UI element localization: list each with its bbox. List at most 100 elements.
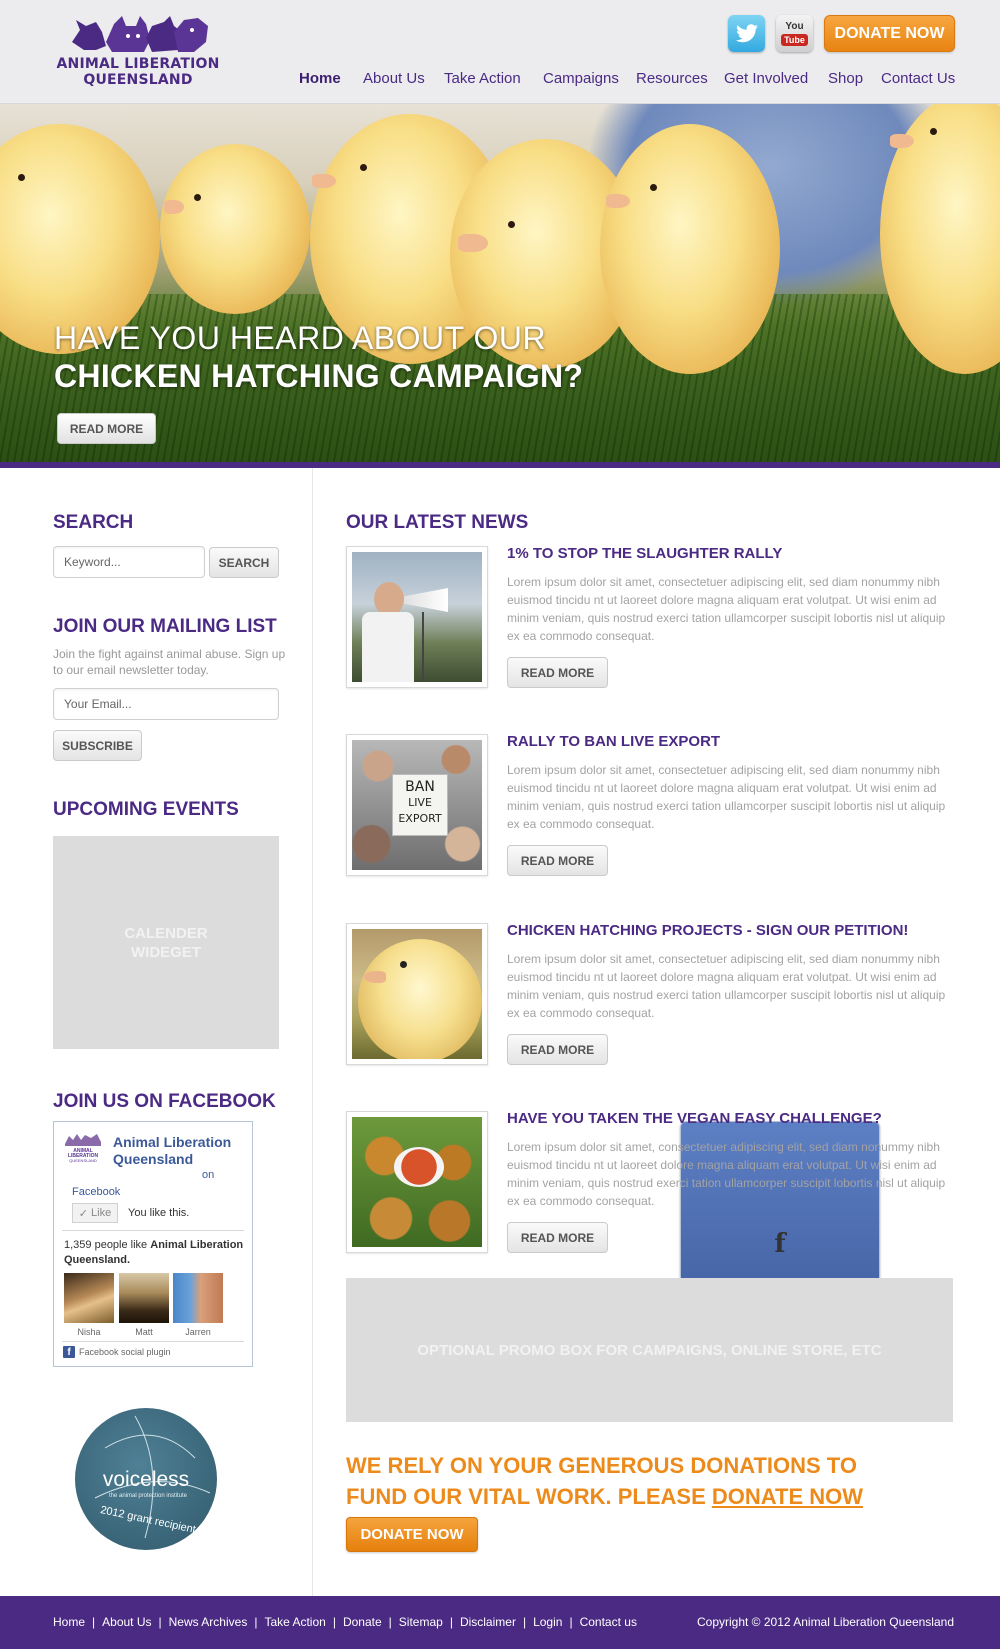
search-heading: SEARCH <box>53 512 134 533</box>
twitter-icon[interactable] <box>728 15 765 52</box>
news-excerpt: Lorem ipsum dolor sit amet, consectetuer… <box>507 763 946 831</box>
news-read-more-button[interactable]: READ MORE <box>507 1222 608 1253</box>
nav-campaigns[interactable]: Campaigns <box>543 70 619 90</box>
animal-silhouettes-icon <box>72 16 208 52</box>
facebook-like-count: 1,359 people like Animal Liberation Quee… <box>64 1238 244 1268</box>
facebook-like-box: ANIMAL LIBERATION QUEENSLAND Animal Libe… <box>53 1121 253 1367</box>
fan-name: Jarren <box>185 1327 211 1337</box>
footer-separator: | <box>388 1615 392 1629</box>
youtube-icon[interactable]: You Tube <box>776 15 813 52</box>
page-logo-icon: ANIMAL LIBERATION QUEENSLAND <box>63 1132 103 1164</box>
nav-about-us[interactable]: About Us <box>363 70 425 90</box>
upcoming-events-heading: UPCOMING EVENTS <box>53 799 239 820</box>
voiceless-grant-badge[interactable]: voiceless the animal protection institut… <box>75 1408 217 1550</box>
svg-text:QUEENSLAND: QUEENSLAND <box>69 1158 97 1163</box>
nav-contact-us[interactable]: Contact Us <box>881 70 955 90</box>
fan-avatar[interactable] <box>64 1273 114 1323</box>
fan-avatar[interactable] <box>173 1273 223 1323</box>
footer-nav: Home | About Us | News Archives | Take A… <box>53 1615 637 1629</box>
donate-now-link[interactable]: DONATE NOW <box>712 1484 863 1509</box>
chick-image <box>160 144 310 314</box>
fan-name: Matt <box>135 1327 153 1337</box>
footer-link-login[interactable]: Login <box>533 1615 562 1629</box>
facebook-heading: JOIN US ON FACEBOOK <box>53 1091 276 1112</box>
footer-separator: | <box>254 1615 258 1629</box>
voiceless-tagline: the animal protection institute <box>108 1493 188 1499</box>
mailing-list-heading: JOIN OUR MAILING LIST <box>53 616 277 637</box>
email-field[interactable]: Your Email... <box>53 688 279 720</box>
latest-news-heading: OUR LATEST NEWS <box>346 512 529 533</box>
news-excerpt: Lorem ipsum dolor sit amet, consectetuer… <box>507 952 946 1020</box>
nav-resources[interactable]: Resources <box>636 70 708 90</box>
footer-separator: | <box>449 1615 453 1629</box>
news-thumbnail[interactable] <box>346 546 488 688</box>
vegan-food-photo <box>352 1117 482 1247</box>
news-thumbnail[interactable] <box>346 923 488 1065</box>
facebook-social-plugin[interactable]: f Facebook social plugin <box>63 1346 171 1358</box>
megaphone-speaker-photo <box>352 552 482 682</box>
facebook-small-icon: f <box>63 1346 75 1358</box>
subscribe-button[interactable]: SUBSCRIBE <box>53 730 142 761</box>
fan-name: Nisha <box>77 1327 101 1337</box>
footer-link-disclaimer[interactable]: Disclaimer <box>460 1615 516 1629</box>
bird-icon <box>735 23 758 42</box>
search-button[interactable]: SEARCH <box>209 547 279 578</box>
facebook-divider <box>62 1230 244 1231</box>
footer-link-home[interactable]: Home <box>53 1615 85 1629</box>
site-logo[interactable]: ANIMAL LIBERATION QUEENSLAND <box>52 12 224 90</box>
news-thumbnail[interactable]: BAN LIVE EXPORT <box>346 734 488 876</box>
nav-home[interactable]: Home <box>299 70 341 90</box>
fan-avatar[interactable] <box>119 1273 169 1323</box>
you-like-text: You like this. <box>128 1207 190 1219</box>
logo-text: ANIMAL LIBERATION QUEENSLAND <box>52 56 224 88</box>
news-title[interactable]: 1% TO STOP THE SLAUGHTER RALLY <box>507 545 782 562</box>
protest-sign-photo: BAN LIVE EXPORT <box>352 740 482 870</box>
hero-headline-2: CHICKEN HATCHING CAMPAIGN? <box>54 358 584 394</box>
footer-link-take-action[interactable]: Take Action <box>264 1615 325 1629</box>
logo-line-2: QUEENSLAND <box>83 72 193 88</box>
footer-link-sitemap[interactable]: Sitemap <box>399 1615 443 1629</box>
nav-get-involved[interactable]: Get Involved <box>724 70 808 90</box>
nav-take-action[interactable]: Take Action <box>444 70 521 90</box>
facebook-plugin-label: Facebook social plugin <box>79 1347 171 1357</box>
footer-separator: | <box>158 1615 162 1629</box>
facebook-divider <box>62 1341 244 1342</box>
copyright-text: Copyright © 2012 Animal Liberation Queen… <box>696 1615 954 1629</box>
footer-link-about-us[interactable]: About Us <box>102 1615 151 1629</box>
news-read-more-button[interactable]: READ MORE <box>507 657 608 688</box>
sign-line: EXPORT <box>398 812 442 825</box>
footer-separator: | <box>332 1615 336 1629</box>
footer-separator: | <box>92 1615 96 1629</box>
nav-shop[interactable]: Shop <box>828 70 863 90</box>
facebook-on-text: on <box>202 1169 215 1181</box>
news-read-more-button[interactable]: READ MORE <box>507 845 608 876</box>
site-footer: Home | About Us | News Archives | Take A… <box>0 1596 1000 1649</box>
youtube-you-text: You <box>785 20 804 32</box>
news-title[interactable]: CHICKEN HATCHING PROJECTS - SIGN OUR PET… <box>507 922 908 939</box>
chick-photo <box>352 929 482 1059</box>
facebook-page-name[interactable]: Animal Liberation Queensland <box>113 1134 243 1168</box>
news-title[interactable]: HAVE YOU TAKEN THE VEGAN EASY CHALLENGE? <box>507 1110 882 1127</box>
calendar-widget-placeholder: CALENDER WIDEGET <box>53 836 279 1049</box>
facebook-platform-link[interactable]: Facebook <box>72 1186 120 1198</box>
column-divider <box>312 468 313 1596</box>
footer-link-news-archives[interactable]: News Archives <box>169 1615 248 1629</box>
facebook-like-label: Like <box>91 1207 112 1219</box>
donate-now-button[interactable]: DONATE NOW <box>346 1517 478 1552</box>
facebook-like-button[interactable]: ✓ Like <box>72 1203 118 1223</box>
news-thumbnail[interactable] <box>346 1111 488 1253</box>
mailing-list-description: Join the fight against animal abuse. Sig… <box>53 647 286 677</box>
news-read-more-button[interactable]: READ MORE <box>507 1034 608 1065</box>
promo-box-placeholder: OPTIONAL PROMO BOX FOR CAMPAIGNS, ONLINE… <box>346 1278 953 1422</box>
donate-now-button[interactable]: DONATE NOW <box>824 15 955 52</box>
search-input[interactable]: Keyword... <box>53 546 205 578</box>
sign-line: BAN <box>405 779 435 795</box>
like-count-text: 1,359 people like <box>64 1239 148 1251</box>
footer-link-contact-us[interactable]: Contact us <box>580 1615 637 1629</box>
news-title[interactable]: RALLY TO BAN LIVE EXPORT <box>507 733 720 750</box>
donation-message-line-1: WE RELY ON YOUR GENEROUS DONATIONS TO <box>346 1453 857 1478</box>
youtube-tube-text: Tube <box>781 33 808 46</box>
footer-link-donate[interactable]: Donate <box>343 1615 382 1629</box>
voiceless-wordmark: voiceless <box>102 1468 190 1491</box>
hero-read-more-button[interactable]: READ MORE <box>57 413 156 444</box>
